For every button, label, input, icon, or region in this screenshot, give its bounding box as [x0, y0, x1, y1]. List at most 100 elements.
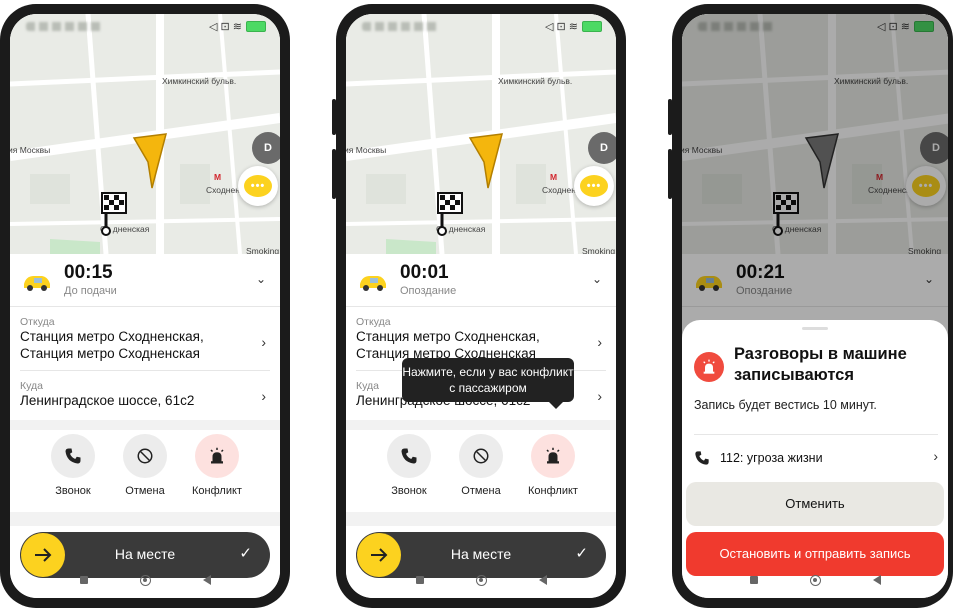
call-label: Звонок: [55, 485, 91, 497]
cancel-recording-button[interactable]: Отменить: [686, 482, 944, 526]
finish-flag-icon: [101, 192, 127, 236]
chevron-right-icon[interactable]: ›: [597, 334, 602, 350]
section-gap: [346, 512, 616, 526]
pickup-value: Станция метро Сходненская, Станция метро…: [20, 329, 204, 361]
system-nav-bar: [682, 562, 948, 598]
area-label: ия Москвы: [346, 145, 387, 155]
blurred-carrier: [362, 22, 440, 31]
avatar-letter: D: [600, 142, 608, 154]
chevron-down-icon[interactable]: ⌄: [256, 272, 266, 286]
recording-sheet: Разговоры в машине записываются Запись б…: [682, 320, 948, 598]
status-glyphs: ◁ ⊡ ≋: [208, 21, 242, 33]
finish-flag-icon: [437, 192, 463, 236]
slider-label: На месте: [114, 546, 176, 562]
chevron-down-icon[interactable]: ⌄: [592, 272, 602, 286]
timer: 00:01: [400, 262, 449, 283]
actions-row: Звонок Отмена Конфликт: [346, 434, 616, 514]
timer-subtitle: Опоздание: [400, 285, 457, 297]
chat-dots: •••: [586, 180, 602, 192]
conflict-tooltip[interactable]: Нажмите, если у вас конфликт с пассажиро…: [402, 358, 574, 409]
pickup-address[interactable]: Откуда Станция метро Сходненская, Станци…: [356, 316, 576, 362]
status-bar: ◁ ⊡ ≋: [346, 14, 616, 40]
chat-icon: •••: [580, 175, 608, 197]
chevron-right-icon[interactable]: ›: [597, 388, 602, 404]
street-label: Химкинский бульв.: [162, 76, 237, 86]
cancel-icon: [123, 434, 167, 478]
corner-label: Smoking: [246, 246, 280, 254]
pickup-label: Откуда: [20, 316, 55, 328]
chevron-right-icon[interactable]: ›: [933, 448, 938, 464]
chat-button[interactable]: •••: [238, 166, 278, 206]
conflict-button[interactable]: Конфликт: [182, 434, 252, 497]
phone-frame-2: ◁ ⊡ ≋ Химкинский бульв. ия Москвы Сходне…: [332, 4, 626, 608]
navigation-arrow-icon: [468, 133, 504, 189]
order-header[interactable]: 00:15 До подачи ⌄: [10, 254, 280, 307]
screen-1: ◁ ⊡ ≋ Химкинский бульв. ия Москвы Сходне…: [10, 14, 280, 598]
recents-icon[interactable]: [79, 576, 88, 584]
call-button[interactable]: Звонок: [374, 434, 444, 497]
divider: [694, 434, 938, 435]
home-icon[interactable]: [809, 574, 821, 586]
status-bar: ◁ ⊡ ≋: [10, 14, 280, 40]
home-icon[interactable]: [475, 574, 487, 586]
order-header[interactable]: 00:01 Опоздание ⌄: [346, 254, 616, 307]
phone-frame-1: ◁ ⊡ ≋ Химкинский бульв. ия Москвы Сходне…: [0, 4, 290, 608]
conflict-button[interactable]: Конфликт: [518, 434, 588, 497]
phone-frame-3: ◁ ⊡ ≋ Химкинский бульв. ия Москвы Сходне…: [668, 4, 953, 608]
volume-button: [332, 99, 336, 135]
drag-handle[interactable]: [802, 327, 828, 330]
navigation-arrow-icon: [132, 133, 168, 189]
call-button[interactable]: Звонок: [38, 434, 108, 497]
chevron-right-icon[interactable]: ›: [261, 388, 266, 404]
system-nav-bar: [10, 562, 280, 598]
recents-icon[interactable]: [415, 576, 424, 584]
phone-icon: [695, 451, 709, 465]
chat-icon: •••: [244, 175, 272, 197]
back-icon[interactable]: [872, 575, 881, 585]
volume-button: [332, 149, 336, 199]
sheet-description: Запись будет вестись 10 минут.: [694, 398, 877, 412]
section-gap: [346, 420, 616, 430]
cancel-label: Отмена: [125, 485, 165, 497]
back-icon[interactable]: [202, 575, 211, 585]
volume-button: [668, 149, 672, 199]
pickup-value: Станция метро Сходненская, Станция метро…: [356, 329, 540, 361]
phone-icon: [387, 434, 431, 478]
metro-icon: М: [214, 172, 222, 182]
map-view[interactable]: ◁ ⊡ ≋ Химкинский бульв. ия Москвы Сходне…: [346, 14, 616, 254]
pickup-address[interactable]: Откуда Станция метро Сходненская, Станци…: [20, 316, 240, 362]
checkmark-icon: ✓: [239, 545, 252, 562]
volume-button: [668, 99, 672, 135]
emergency-call-row[interactable]: 112: угроза жизни: [694, 450, 823, 466]
section-gap: [10, 512, 280, 526]
chat-button[interactable]: •••: [574, 166, 614, 206]
taxi-car-icon: [24, 276, 50, 291]
screen-3: ◁ ⊡ ≋ Химкинский бульв. ия Москвы Сходне…: [682, 14, 948, 598]
destination-address[interactable]: Куда Ленинградское шоссе, 61с2: [20, 380, 240, 409]
corner-label: Smoking: [582, 246, 616, 254]
chevron-right-icon[interactable]: ›: [261, 334, 266, 350]
timer-subtitle: До подачи: [64, 285, 117, 297]
status-icons: ◁ ⊡ ≋: [209, 20, 266, 33]
call-label: Звонок: [391, 485, 427, 497]
home-icon[interactable]: [139, 574, 151, 586]
area-label: ия Москвы: [10, 145, 51, 155]
recents-icon[interactable]: [749, 576, 758, 584]
avatar[interactable]: D: [252, 132, 280, 164]
map-view[interactable]: ◁ ⊡ ≋ Химкинский бульв. ия Москвы Сходне…: [10, 14, 280, 254]
divider: [20, 370, 270, 371]
cancel-icon: [459, 434, 503, 478]
cancel-order-button[interactable]: Отмена: [110, 434, 180, 497]
cancel-order-button[interactable]: Отмена: [446, 434, 516, 497]
cancel-label: Отмена: [461, 485, 501, 497]
avatar[interactable]: D: [588, 132, 616, 164]
slider-label: На месте: [450, 546, 512, 562]
conflict-label: Конфликт: [528, 485, 578, 497]
battery-icon: [582, 21, 602, 32]
actions-row: Звонок Отмена Конфликт: [10, 434, 280, 514]
system-nav-bar: [346, 562, 616, 598]
battery-icon: [246, 21, 266, 32]
timer: 00:15: [64, 262, 113, 283]
back-icon[interactable]: [538, 575, 547, 585]
chat-dots: •••: [250, 180, 266, 192]
